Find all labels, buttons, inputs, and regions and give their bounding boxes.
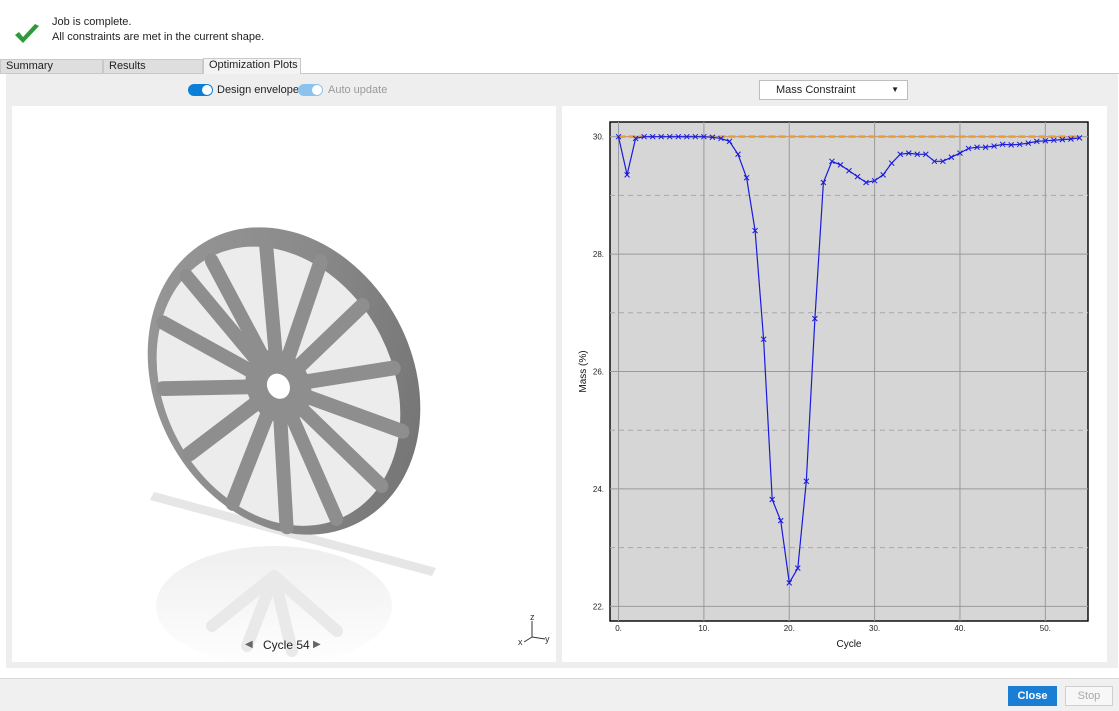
wheel-model-render [147,227,436,666]
x-tick-label: 10. [698,624,709,633]
x-tick-label: 0. [615,624,622,633]
x-tick-label: 30. [869,624,880,633]
x-axis-label: Cycle [836,639,861,650]
toggle-knob [312,85,322,95]
triad-x-label: x [518,637,523,647]
y-tick-label: 30. [593,133,604,142]
dropdown-arrow-icon: ▼ [891,85,899,94]
triad-z-label: z [530,612,535,622]
model-viewport[interactable] [12,106,556,666]
close-button[interactable]: Close [1008,686,1057,706]
triad-y-label: y [545,634,550,644]
x-tick-label: 50. [1040,624,1051,633]
auto-update-label: Auto update [328,84,388,96]
y-axis-label: Mass (%) [578,350,589,392]
previous-cycle-arrow-icon[interactable]: ◀ [245,639,253,650]
axis-triad-icon: z y x [518,612,550,647]
design-envelope-label: Design envelope [217,84,299,96]
y-tick-label: 26. [593,368,604,377]
plot-selector-dropdown[interactable]: Mass Constraint ▼ [759,80,908,100]
status-title: Job is complete. [52,16,132,28]
status-message: All constraints are met in the current s… [52,31,265,43]
plot-selector-value: Mass Constraint [776,84,856,96]
y-tick-label: 22. [593,602,604,611]
design-envelope-toggle[interactable] [188,84,213,96]
status-header: Job is complete. All constraints are met… [0,0,1119,56]
checkmark-icon [15,24,39,43]
y-tick-label: 24. [593,485,604,494]
toggle-knob [202,85,212,95]
tab-bar: Summary Results Optimization Plots [0,58,1119,74]
auto-update-toggle[interactable] [298,84,323,96]
tab-results[interactable]: Results [103,59,203,73]
tab-optimization-plots[interactable]: Optimization Plots [203,58,301,74]
footer-bar [0,678,1119,711]
cycle-label: Cycle 54 [263,638,310,652]
y-tick-label: 28. [593,250,604,259]
x-tick-label: 20. [784,624,795,633]
x-tick-label: 40. [954,624,965,633]
stop-button[interactable]: Stop [1065,686,1113,706]
next-cycle-arrow-icon[interactable]: ▶ [313,639,321,650]
tab-summary[interactable]: Summary [0,59,103,73]
mass-constraint-chart: 22. 24. 26. 28. 30. 0. 10. 20. 30. 40. 50. Cycle Mas… [578,121,1089,650]
